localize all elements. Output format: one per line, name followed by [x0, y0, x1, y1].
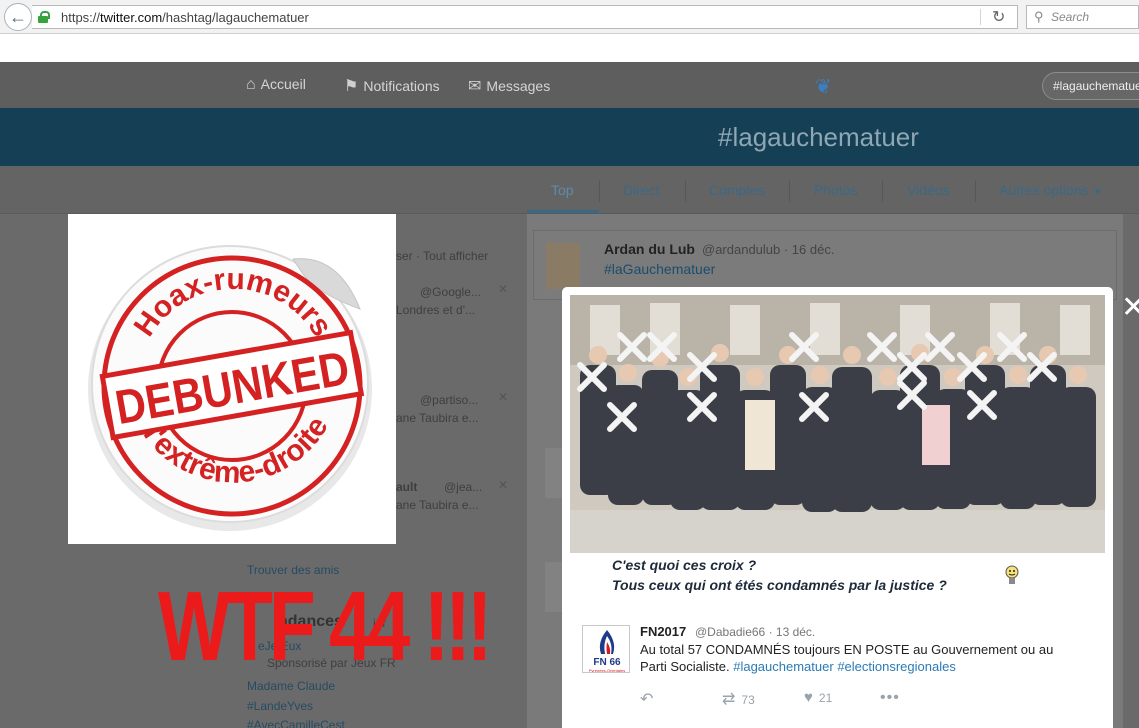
suggestion-handle: @jea... — [444, 480, 483, 494]
close-icon[interactable]: ✕ — [1121, 293, 1139, 323]
trend-item[interactable]: #AvecCamilleCest — [247, 718, 345, 728]
hashtag-link[interactable]: #electionsregionales — [837, 659, 956, 674]
tab-videos[interactable]: Vidéos — [907, 182, 950, 198]
tweet-photo[interactable] — [570, 295, 1105, 553]
tweet-author-name[interactable]: Ardan du Lub — [604, 241, 695, 257]
close-icon[interactable]: ✕ — [498, 390, 508, 404]
chevron-down-icon: ▼ — [1092, 187, 1103, 198]
hashtag-link[interactable]: #lagauchematuer — [733, 659, 833, 674]
suggestion-handle: @partiso... — [420, 393, 479, 407]
wtf-overlay-text: WTF 44 !!! — [158, 571, 492, 681]
government-photo-graphic — [570, 295, 1105, 553]
debunked-sticker: Hoax-rumeurs d'extrême-droite DEBUNKED — [68, 214, 396, 544]
back-arrow-icon[interactable]: ← — [4, 3, 32, 31]
tweet-author-handle: @ardandulub · 16 déc. — [702, 242, 835, 257]
nav-notifications-label: Notifications — [363, 78, 440, 94]
tweet-author-handle[interactable]: @Dabadie66 · 13 déc. — [695, 625, 815, 639]
retweet-icon: ⇄ — [722, 691, 736, 708]
search-placeholder: Search — [1051, 10, 1090, 24]
tweet-hashtag[interactable]: #laGauchematuer — [604, 261, 715, 277]
retweet-button[interactable]: ⇄ 73 — [722, 689, 755, 709]
more-icon[interactable]: ••• — [880, 689, 900, 707]
suggestion-name: ault — [396, 480, 418, 494]
url-separator — [980, 9, 981, 25]
nav-messages[interactable]: ✉ Messages — [468, 76, 550, 96]
nav-messages-label: Messages — [486, 78, 551, 94]
browser-search-input[interactable]: ⚲ Search — [1026, 5, 1139, 29]
caption-line-2: Tous ceux qui ont étés condamnés par la … — [612, 577, 947, 593]
suggestion-handle: @Google... — [420, 285, 481, 299]
notifications-icon: ⚑ — [344, 78, 359, 95]
browser-strip — [0, 34, 1139, 62]
like-count: 21 — [818, 691, 833, 705]
tweet-author-name[interactable]: FN2017 — [640, 624, 686, 639]
trend-item[interactable]: #LandeYves — [247, 699, 313, 713]
tab-more-options-label: Autres options — [999, 182, 1089, 198]
tab-direct[interactable]: Direct — [623, 182, 660, 198]
search-tabs: Top Direct Comptes Photos Vidéos Autres … — [0, 166, 1139, 214]
tweet-text-line-2: Parti Socialiste. #lagauchematuer #elect… — [640, 659, 956, 674]
url-text: https://twitter.com/hashtag/lagauchematu… — [61, 10, 309, 25]
tab-separator — [685, 180, 686, 202]
tab-more-options[interactable]: Autres options ▼ — [999, 182, 1102, 198]
address-bar[interactable]: https://twitter.com/hashtag/lagauchematu… — [32, 5, 1018, 29]
reply-icon[interactable]: ↶ — [640, 689, 653, 709]
nav-home-label: Accueil — [260, 76, 306, 92]
close-icon[interactable]: ✕ — [498, 282, 508, 296]
trend-item[interactable]: Madame Claude — [247, 679, 335, 693]
tab-separator — [975, 180, 976, 202]
avatar[interactable] — [546, 243, 580, 289]
avatar[interactable]: FN 66 Pyrénées-Orientales — [582, 625, 630, 673]
home-icon: ⌂ — [246, 76, 256, 93]
reload-icon[interactable]: ↻ — [992, 7, 1005, 27]
tab-top[interactable]: Top — [551, 182, 574, 198]
debunked-stamp-graphic: Hoax-rumeurs d'extrême-droite DEBUNKED — [88, 245, 372, 531]
caption-line-1: C'est quoi ces croix ? — [612, 557, 757, 573]
suggestion-text: ane Taubira e... — [396, 498, 479, 512]
close-icon[interactable]: ✕ — [498, 478, 508, 492]
messages-icon: ✉ — [468, 78, 482, 95]
tab-comptes[interactable]: Comptes — [709, 182, 765, 198]
tab-separator — [882, 180, 883, 202]
nav-notifications[interactable]: ⚑ Notifications — [344, 76, 440, 96]
retweet-count: 73 — [741, 693, 755, 707]
browser-toolbar: ← https://twitter.com/hashtag/lagauchema… — [0, 0, 1139, 34]
logo-subtext: Pyrénées-Orientales — [589, 668, 625, 673]
tweet-text-plain: Parti Socialiste. — [640, 659, 730, 674]
page-title: #lagauchematuer — [718, 122, 919, 152]
heart-icon: ♥ — [804, 689, 813, 706]
tab-separator — [789, 180, 790, 202]
fn-flame-logo: FN 66 Pyrénées-Orientales — [589, 630, 625, 673]
suggestion-text: ane Taubira e... — [396, 411, 479, 425]
suggestion-text: Londres et d'... — [396, 303, 476, 317]
nav-home[interactable]: ⌂ Accueil — [246, 76, 306, 94]
smiley-icon — [1005, 565, 1019, 584]
tweet-text-line-1: Au total 57 CONDAMNÉS toujours EN POSTE … — [640, 642, 1054, 657]
lock-icon — [38, 11, 50, 23]
like-button[interactable]: ♥ 21 — [804, 689, 832, 706]
search-icon: ⚲ — [1034, 9, 1044, 24]
logo-text: FN 66 — [593, 657, 621, 668]
tab-separator — [599, 180, 600, 202]
tab-photos[interactable]: Photos — [814, 182, 858, 198]
photo-modal: C'est quoi ces croix ? Tous ceux qui ont… — [562, 287, 1113, 728]
photo-caption: C'est quoi ces croix ? Tous ceux qui ont… — [570, 553, 1105, 599]
who-to-follow-link[interactable]: ser · Tout afficher — [396, 249, 488, 263]
active-tab-indicator — [527, 210, 599, 213]
twitter-nav: ⌂ Accueil ⚑ Notifications ✉ Messages ❦ #lag… — [0, 62, 1139, 108]
twitter-search-input[interactable]: #lagauchematuer — [1042, 72, 1139, 100]
twitter-bird-icon[interactable]: ❦ — [815, 74, 832, 99]
hashtag-header: #lagauchematuer — [0, 108, 1139, 166]
